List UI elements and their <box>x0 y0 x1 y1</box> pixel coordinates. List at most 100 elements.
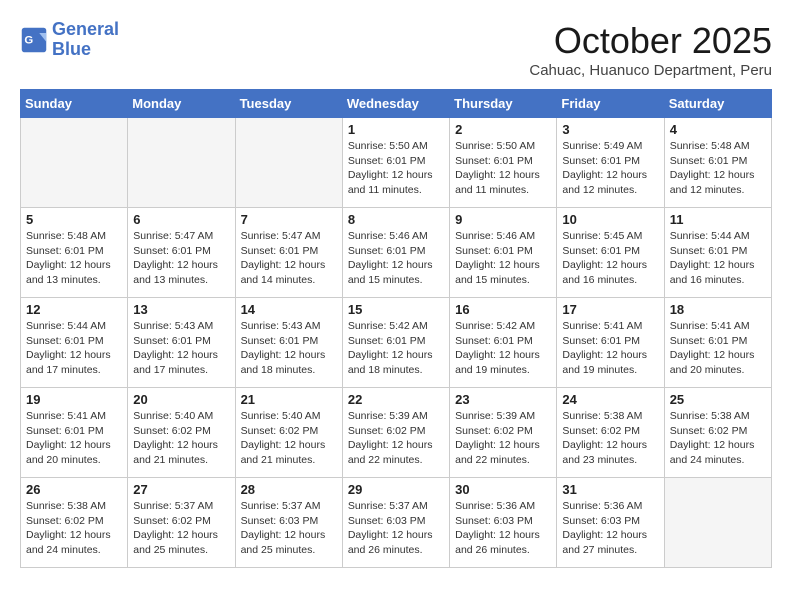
calendar-cell: 31 Sunrise: 5:36 AMSunset: 6:03 PMDayligh… <box>557 478 664 568</box>
day-info: Sunrise: 5:39 AMSunset: 6:02 PMDaylight:… <box>455 409 551 468</box>
day-number: 4 <box>670 122 766 137</box>
day-info: Sunrise: 5:45 AMSunset: 6:01 PMDaylight:… <box>562 229 658 288</box>
day-info: Sunrise: 5:38 AMSunset: 6:02 PMDaylight:… <box>26 499 122 558</box>
day-info: Sunrise: 5:49 AMSunset: 6:01 PMDaylight:… <box>562 139 658 198</box>
header-monday: Monday <box>128 90 235 118</box>
calendar-cell: 28 Sunrise: 5:37 AMSunset: 6:03 PMDayligh… <box>235 478 342 568</box>
day-number: 22 <box>348 392 444 407</box>
calendar-cell: 8 Sunrise: 5:46 AMSunset: 6:01 PMDaylight… <box>342 208 449 298</box>
calendar-cell: 15Sunrise: 5:42 AMSunset: 6:01 PMDayligh… <box>342 298 449 388</box>
page-header: G General Blue October 2025 Cahuac, Huan… <box>20 20 772 79</box>
day-info: Sunrise: 5:50 AMSunset: 6:01 PMDaylight:… <box>348 139 444 198</box>
day-number: 14 <box>241 302 337 317</box>
svg-text:G: G <box>24 34 33 46</box>
day-number: 19 <box>26 392 122 407</box>
calendar-cell: 18Sunrise: 5:41 AMSunset: 6:01 PMDayligh… <box>664 298 771 388</box>
calendar-header-row: SundayMondayTuesdayWednesdayThursdayFrid… <box>21 90 772 118</box>
calendar-cell: 19Sunrise: 5:41 AMSunset: 6:01 PMDayligh… <box>21 388 128 478</box>
day-number: 27 <box>133 482 229 497</box>
day-info: Sunrise: 5:36 AMSunset: 6:03 PMDaylight:… <box>562 499 658 558</box>
day-number: 23 <box>455 392 551 407</box>
calendar-cell <box>128 118 235 208</box>
day-number: 1 <box>348 122 444 137</box>
day-number: 17 <box>562 302 658 317</box>
day-number: 16 <box>455 302 551 317</box>
day-number: 9 <box>455 212 551 227</box>
calendar-cell: 29 Sunrise: 5:37 AMSunset: 6:03 PMDayligh… <box>342 478 449 568</box>
day-info: Sunrise: 5:44 AMSunset: 6:01 PMDaylight:… <box>26 319 122 378</box>
logo-icon: G <box>20 26 48 54</box>
header-saturday: Saturday <box>664 90 771 118</box>
calendar-cell: 24Sunrise: 5:38 AMSunset: 6:02 PMDayligh… <box>557 388 664 478</box>
calendar-cell: 17 Sunrise: 5:41 AMSunset: 6:01 PMDayligh… <box>557 298 664 388</box>
calendar-cell: 5Sunrise: 5:48 AMSunset: 6:01 PMDaylight… <box>21 208 128 298</box>
calendar-cell <box>664 478 771 568</box>
day-number: 21 <box>241 392 337 407</box>
day-number: 7 <box>241 212 337 227</box>
day-info: Sunrise: 5:50 AMSunset: 6:01 PMDaylight:… <box>455 139 551 198</box>
day-info: Sunrise: 5:42 AMSunset: 6:01 PMDaylight:… <box>455 319 551 378</box>
day-number: 28 <box>241 482 337 497</box>
header-thursday: Thursday <box>450 90 557 118</box>
day-number: 8 <box>348 212 444 227</box>
day-info: Sunrise: 5:43 AMSunset: 6:01 PMDaylight:… <box>241 319 337 378</box>
calendar-cell: 30Sunrise: 5:36 AMSunset: 6:03 PMDayligh… <box>450 478 557 568</box>
calendar-week-row: 5Sunrise: 5:48 AMSunset: 6:01 PMDaylight… <box>21 208 772 298</box>
day-number: 20 <box>133 392 229 407</box>
calendar-cell: 26Sunrise: 5:38 AMSunset: 6:02 PMDayligh… <box>21 478 128 568</box>
day-info: Sunrise: 5:37 AMSunset: 6:03 PMDaylight:… <box>348 499 444 558</box>
calendar-cell <box>21 118 128 208</box>
calendar-week-row: 26Sunrise: 5:38 AMSunset: 6:02 PMDayligh… <box>21 478 772 568</box>
day-number: 31 <box>562 482 658 497</box>
day-info: Sunrise: 5:42 AMSunset: 6:01 PMDaylight:… <box>348 319 444 378</box>
calendar-cell: 16 Sunrise: 5:42 AMSunset: 6:01 PMDayligh… <box>450 298 557 388</box>
day-info: Sunrise: 5:46 AMSunset: 6:01 PMDaylight:… <box>348 229 444 288</box>
calendar-cell: 21Sunrise: 5:40 AMSunset: 6:02 PMDayligh… <box>235 388 342 478</box>
day-info: Sunrise: 5:43 AMSunset: 6:01 PMDaylight:… <box>133 319 229 378</box>
calendar-cell: 7 Sunrise: 5:47 AMSunset: 6:01 PMDaylight… <box>235 208 342 298</box>
day-info: Sunrise: 5:41 AMSunset: 6:01 PMDaylight:… <box>562 319 658 378</box>
calendar-cell: 2Sunrise: 5:50 AMSunset: 6:01 PMDaylight… <box>450 118 557 208</box>
day-info: Sunrise: 5:47 AMSunset: 6:01 PMDaylight:… <box>241 229 337 288</box>
day-info: Sunrise: 5:46 AMSunset: 6:01 PMDaylight:… <box>455 229 551 288</box>
day-number: 12 <box>26 302 122 317</box>
logo-text: General Blue <box>52 20 119 60</box>
day-info: Sunrise: 5:36 AMSunset: 6:03 PMDaylight:… <box>455 499 551 558</box>
day-number: 6 <box>133 212 229 227</box>
calendar-table: SundayMondayTuesdayWednesdayThursdayFrid… <box>20 89 772 568</box>
month-title: October 2025 <box>529 20 772 62</box>
day-info: Sunrise: 5:40 AMSunset: 6:02 PMDaylight:… <box>133 409 229 468</box>
day-number: 18 <box>670 302 766 317</box>
title-block: October 2025 Cahuac, Huanuco Department,… <box>529 20 772 79</box>
day-number: 25 <box>670 392 766 407</box>
calendar-week-row: 19Sunrise: 5:41 AMSunset: 6:01 PMDayligh… <box>21 388 772 478</box>
calendar-week-row: 12 Sunrise: 5:44 AMSunset: 6:01 PMDayligh… <box>21 298 772 388</box>
calendar-cell: 20 Sunrise: 5:40 AMSunset: 6:02 PMDayligh… <box>128 388 235 478</box>
calendar-cell <box>235 118 342 208</box>
calendar-cell: 13 Sunrise: 5:43 AMSunset: 6:01 PMDayligh… <box>128 298 235 388</box>
calendar-cell: 1 Sunrise: 5:50 AMSunset: 6:01 PMDaylight… <box>342 118 449 208</box>
logo: G General Blue <box>20 20 119 60</box>
day-number: 3 <box>562 122 658 137</box>
day-number: 10 <box>562 212 658 227</box>
day-info: Sunrise: 5:38 AMSunset: 6:02 PMDaylight:… <box>670 409 766 468</box>
calendar-cell: 25 Sunrise: 5:38 AMSunset: 6:02 PMDayligh… <box>664 388 771 478</box>
calendar-cell: 9 Sunrise: 5:46 AMSunset: 6:01 PMDaylight… <box>450 208 557 298</box>
day-info: Sunrise: 5:39 AMSunset: 6:02 PMDaylight:… <box>348 409 444 468</box>
day-number: 5 <box>26 212 122 227</box>
day-info: Sunrise: 5:37 AMSunset: 6:03 PMDaylight:… <box>241 499 337 558</box>
calendar-cell: 22 Sunrise: 5:39 AMSunset: 6:02 PMDayligh… <box>342 388 449 478</box>
header-tuesday: Tuesday <box>235 90 342 118</box>
day-number: 29 <box>348 482 444 497</box>
calendar-cell: 11Sunrise: 5:44 AMSunset: 6:01 PMDayligh… <box>664 208 771 298</box>
calendar-cell: 23 Sunrise: 5:39 AMSunset: 6:02 PMDayligh… <box>450 388 557 478</box>
day-info: Sunrise: 5:37 AMSunset: 6:02 PMDaylight:… <box>133 499 229 558</box>
day-info: Sunrise: 5:38 AMSunset: 6:02 PMDaylight:… <box>562 409 658 468</box>
calendar-cell: 4Sunrise: 5:48 AMSunset: 6:01 PMDaylight… <box>664 118 771 208</box>
calendar-cell: 12 Sunrise: 5:44 AMSunset: 6:01 PMDayligh… <box>21 298 128 388</box>
day-info: Sunrise: 5:47 AMSunset: 6:01 PMDaylight:… <box>133 229 229 288</box>
location: Cahuac, Huanuco Department, Peru <box>529 62 772 79</box>
day-number: 11 <box>670 212 766 227</box>
calendar-cell: 10 Sunrise: 5:45 AMSunset: 6:01 PMDayligh… <box>557 208 664 298</box>
day-number: 13 <box>133 302 229 317</box>
